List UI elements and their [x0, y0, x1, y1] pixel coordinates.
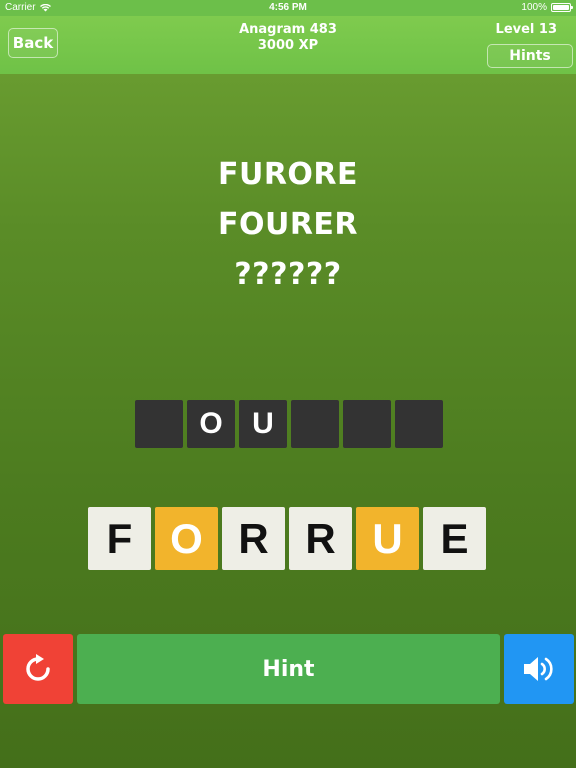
answer-slot[interactable]: [135, 400, 183, 448]
clue-list: FURORE FOURER ??????: [0, 150, 576, 300]
xp-label: 3000 XP: [257, 38, 319, 53]
clue-word-unknown: ??????: [234, 257, 342, 292]
battery-icon: [551, 3, 573, 12]
answer-slot[interactable]: [395, 400, 443, 448]
puzzle-header: Anagram 483 3000 XP: [188, 22, 388, 54]
puzzle-title: Anagram 483: [239, 22, 337, 37]
level-label: Level 13: [495, 22, 557, 37]
letter-tile[interactable]: O: [155, 507, 218, 570]
letter-tile[interactable]: R: [222, 507, 285, 570]
letter-tile[interactable]: E: [423, 507, 486, 570]
hint-button[interactable]: Hint: [77, 634, 500, 704]
answer-slot[interactable]: [343, 400, 391, 448]
clue-word: FOURER: [217, 207, 359, 242]
answer-slot[interactable]: [291, 400, 339, 448]
answer-slot[interactable]: O: [187, 400, 235, 448]
reset-button[interactable]: [3, 634, 73, 704]
battery-info: 100%: [521, 2, 573, 13]
refresh-icon: [26, 654, 50, 681]
answer-row: O U: [135, 400, 443, 448]
sound-button[interactable]: [504, 634, 574, 704]
speaker-icon: [524, 657, 553, 681]
letter-tile[interactable]: F: [88, 507, 151, 570]
answer-slot[interactable]: U: [239, 400, 287, 448]
top-bar: Back Anagram 483 3000 XP Level 13 Hints: [0, 16, 576, 74]
battery-percent: 100%: [521, 2, 547, 13]
letter-tile[interactable]: U: [356, 507, 419, 570]
hints-button[interactable]: Hints: [487, 44, 573, 68]
clue-word: FURORE: [217, 157, 359, 192]
letter-tile[interactable]: R: [289, 507, 352, 570]
status-time: 4:56 PM: [269, 2, 307, 13]
status-bar: Carrier 4:56 PM 100%: [0, 0, 576, 16]
letter-tile-row: F O R R U E: [88, 507, 486, 570]
back-button[interactable]: Back: [8, 28, 58, 58]
